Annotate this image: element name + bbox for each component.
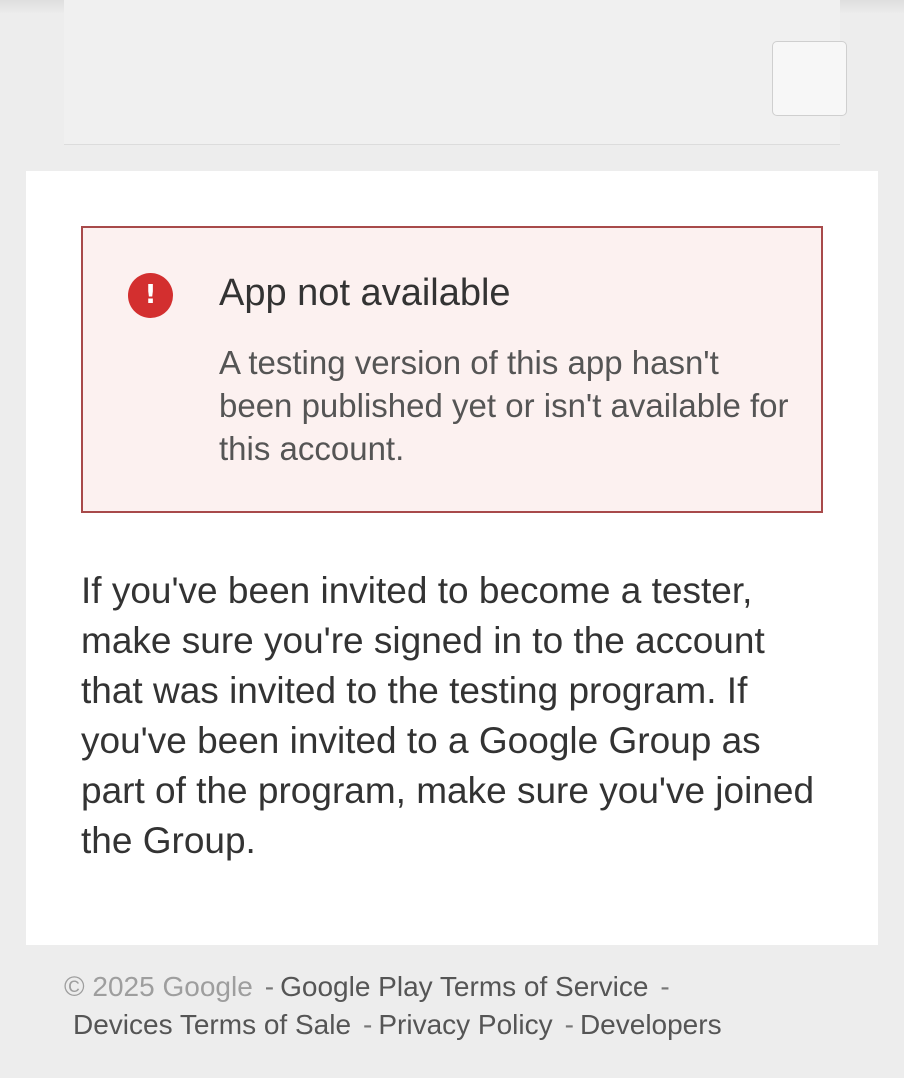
menu-button[interactable] xyxy=(772,41,847,116)
tester-instructions: If you've been invited to become a teste… xyxy=(81,570,815,861)
developers-link[interactable]: Developers xyxy=(580,1009,722,1040)
footer-separator: - xyxy=(660,971,670,1002)
copyright-text: © 2025 Google xyxy=(64,971,253,1002)
footer: © 2025 Google - Google Play Terms of Servi… xyxy=(64,968,854,1044)
privacy-policy-link[interactable]: Privacy Policy xyxy=(378,1009,552,1040)
main-card: ! App not available A testing version of… xyxy=(26,171,878,945)
footer-separator: - xyxy=(363,1009,373,1040)
alert-message: A testing version of this app hasn't bee… xyxy=(219,344,789,467)
footer-separator: - xyxy=(264,971,275,1002)
error-alert: ! App not available A testing version of… xyxy=(81,226,823,513)
devices-terms-link[interactable]: Devices Terms of Sale xyxy=(73,1009,351,1040)
footer-line-1: © 2025 Google - Google Play Terms of Servi… xyxy=(64,968,854,1006)
alert-title: App not available xyxy=(219,272,511,314)
error-exclamation-icon: ! xyxy=(128,273,173,318)
top-header-bar xyxy=(64,0,847,145)
footer-line-2: Devices Terms of Sale - Privacy Policy - Dev… xyxy=(64,1006,854,1044)
google-play-terms-link[interactable]: Google Play Terms of Service xyxy=(280,971,648,1002)
footer-separator: - xyxy=(564,1009,574,1040)
